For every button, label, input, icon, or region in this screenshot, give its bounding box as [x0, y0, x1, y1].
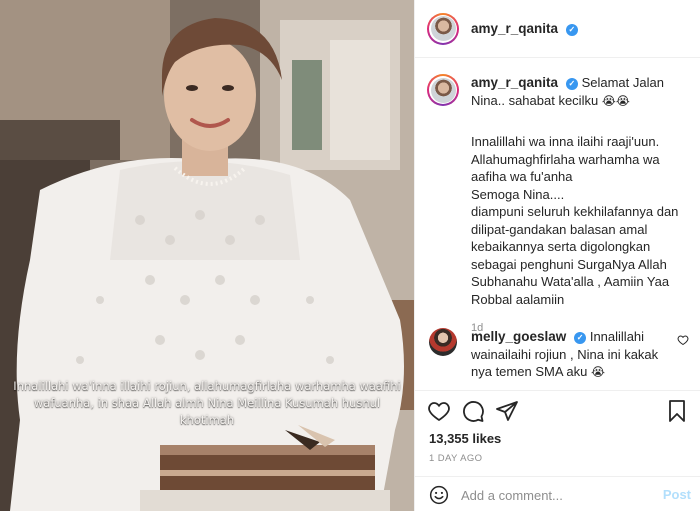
caption-text: Innalillahi wa inna ilaihi raaji'uun. Al… [471, 134, 679, 307]
emoji-icon[interactable] [429, 485, 449, 505]
comment-username[interactable]: melly_goeslaw ✓ [471, 329, 590, 344]
comment-like-heart-icon[interactable] [677, 334, 689, 346]
post-panel: amy_r_qanita ✓ amy_r_qanita ✓ Selamat Ja… [414, 0, 700, 511]
photo-caption: Innalillahi wa'inna illaihi rojiun, alla… [13, 379, 401, 427]
save-icon[interactable] [665, 399, 689, 423]
share-icon[interactable] [495, 399, 519, 423]
header-username-text[interactable]: amy_r_qanita [471, 21, 558, 36]
heart-icon[interactable] [427, 399, 451, 423]
add-comment-bar: Post [415, 476, 700, 511]
caption-comment: amy_r_qanita ✓ Selamat Jalan Nina.. saha… [427, 74, 689, 338]
comment-melly: melly_goeslaw ✓ Innalillahi wainailaihi … [427, 328, 689, 382]
verified-badge-icon: ✓ [565, 23, 578, 36]
comments-section: amy_r_qanita ✓ Selamat Jalan Nina.. saha… [415, 58, 700, 390]
photo-illustration [0, 0, 414, 511]
caption-username-text[interactable]: amy_r_qanita [471, 75, 558, 90]
caption-avatar[interactable] [427, 74, 459, 106]
caption-head: amy_r_qanita ✓ Selamat Jalan Nina.. saha… [471, 74, 689, 110]
likes-count[interactable]: 13,355 likes [429, 431, 501, 446]
comment-avatar[interactable] [429, 328, 457, 356]
profile-avatar[interactable] [427, 12, 459, 45]
caption-username[interactable]: amy_r_qanita ✓ [471, 75, 582, 90]
post-date[interactable]: 1 DAY AGO [429, 453, 482, 464]
verified-badge-icon: ✓ [565, 77, 578, 90]
post-header: amy_r_qanita ✓ [415, 0, 700, 58]
verified-badge-icon: ✓ [574, 331, 587, 344]
header-username[interactable]: amy_r_qanita ✓ [471, 21, 578, 36]
post-photo[interactable]: Innalillahi wa'inna illaihi rojiun, alla… [0, 0, 414, 511]
crying-emoji: 😭😭 [601, 93, 630, 108]
comment-username-text[interactable]: melly_goeslaw [471, 329, 566, 344]
action-icons [427, 399, 689, 425]
post-comment-button[interactable]: Post [663, 487, 691, 502]
add-comment-input[interactable] [461, 486, 651, 504]
crying-emoji: 😭 [590, 365, 605, 379]
comment-icon[interactable] [461, 399, 485, 423]
